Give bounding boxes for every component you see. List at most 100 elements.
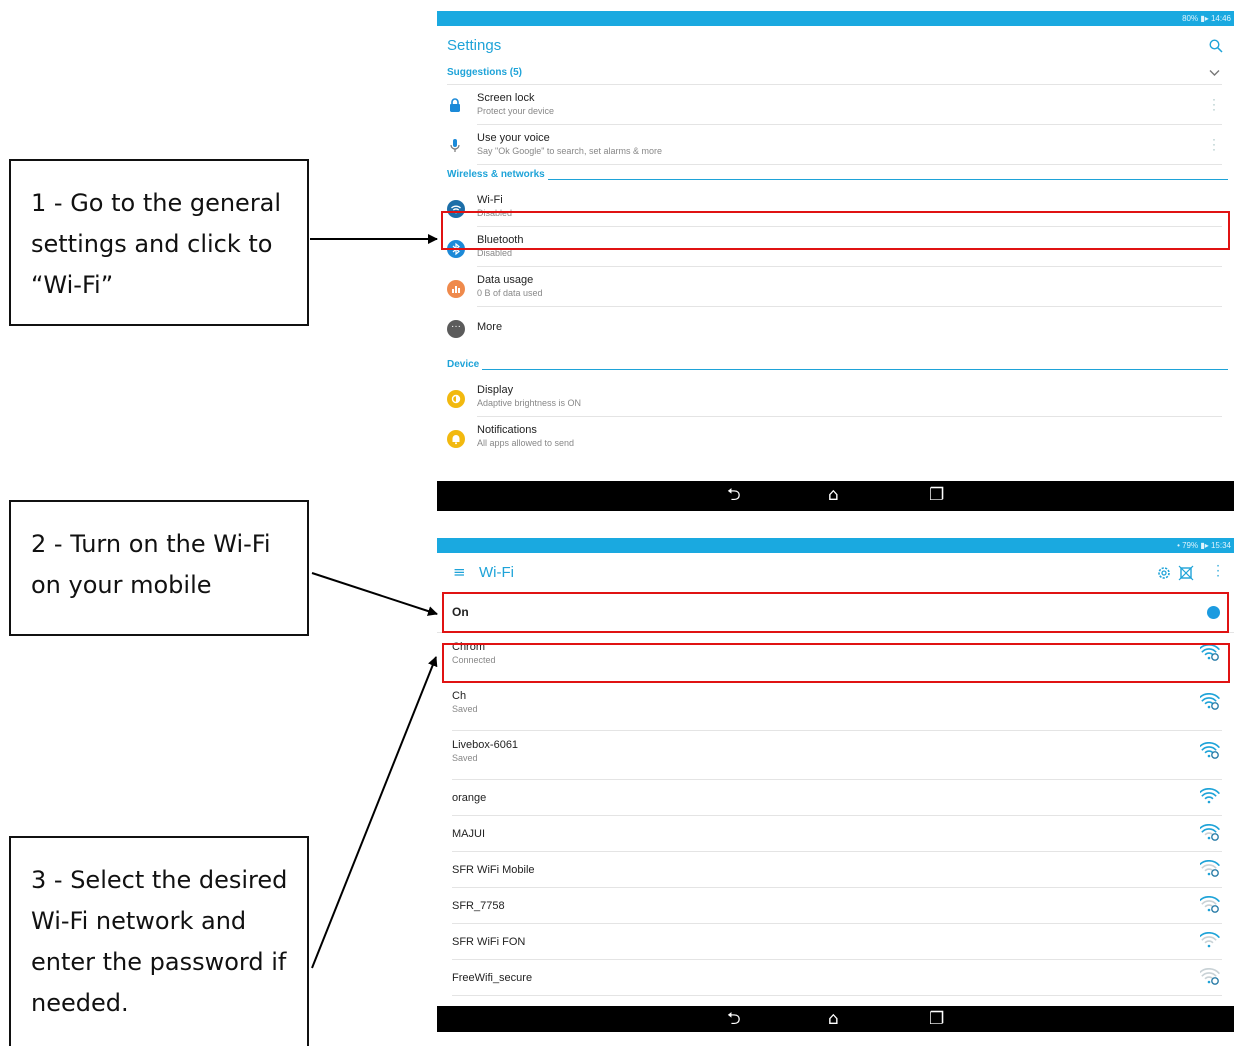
- callout-step-1: 1 - Go to the general settings and click…: [9, 159, 309, 326]
- network-list: Chrom Connected Ch Saved Livebox-6061 Sa…: [437, 633, 1234, 996]
- data-usage-icon: [447, 280, 465, 298]
- status-bar: 80% ▮▸ 14:46: [437, 11, 1234, 26]
- more-icon: ···: [447, 320, 465, 338]
- status-bar: • 79% ▮▸ 15:34: [437, 538, 1234, 553]
- settings-item-wifi[interactable]: Wi-Fi Disabled: [437, 187, 1234, 227]
- home-icon[interactable]: ⌂: [828, 485, 839, 505]
- arrow-step-2: [311, 572, 438, 616]
- wifi-screen: • 79% ▮▸ 15:34 ≡ Wi-Fi · · · On Chrom Conn…: [437, 538, 1234, 1032]
- network-item[interactable]: MAJUI: [437, 816, 1234, 852]
- arrow-step-3: [311, 656, 438, 969]
- network-status: Saved: [452, 753, 478, 763]
- overflow-menu-icon[interactable]: · · ·: [1212, 133, 1216, 155]
- wifi-signal-lock-icon: [1200, 968, 1220, 985]
- home-icon[interactable]: ⌂: [828, 1009, 839, 1029]
- network-item[interactable]: SFR WiFi FON: [437, 924, 1234, 960]
- suggestion-use-voice[interactable]: Use your voice Say "Ok Google" to search…: [437, 125, 1234, 165]
- network-name: orange: [452, 792, 487, 804]
- wifi-signal-lock-icon: [1200, 693, 1220, 710]
- network-item[interactable]: orange: [437, 780, 1234, 816]
- network-status: Saved: [452, 704, 478, 714]
- suggestion-title: Screen lock: [477, 92, 535, 104]
- section-wireless-networks: Wireless & networks: [437, 165, 1234, 187]
- item-subtitle: All apps allowed to send: [477, 438, 575, 448]
- network-item[interactable]: Chrom Connected: [437, 633, 1234, 682]
- network-item[interactable]: FreeWifi_secure: [437, 960, 1234, 996]
- bell-icon: [447, 430, 465, 448]
- item-subtitle: Disabled: [477, 248, 513, 258]
- settings-screen: 80% ▮▸ 14:46 Settings Suggestions (5) Sc…: [437, 11, 1234, 511]
- suggestion-subtitle: Protect your device: [477, 106, 555, 116]
- lock-icon: [450, 98, 460, 112]
- suggestions-label: Suggestions (5): [447, 67, 523, 78]
- gear-icon[interactable]: [1156, 565, 1172, 581]
- item-title: Notifications: [477, 424, 537, 436]
- network-item[interactable]: Ch Saved: [437, 682, 1234, 731]
- wps-icon[interactable]: [1178, 565, 1194, 581]
- suggestion-screen-lock[interactable]: Screen lock Protect your device · · ·: [437, 85, 1234, 125]
- network-name: Livebox-6061: [452, 739, 519, 751]
- callout-step-3: 3 - Select the desired Wi-Fi network and…: [9, 836, 309, 1046]
- network-name: Ch: [452, 690, 467, 702]
- suggestions-header[interactable]: Suggestions (5): [437, 64, 1234, 85]
- bluetooth-icon: [447, 240, 465, 258]
- chevron-down-icon[interactable]: [1209, 69, 1220, 77]
- item-subtitle: Disabled: [477, 208, 513, 218]
- item-title: More: [477, 321, 503, 333]
- overflow-menu-icon[interactable]: · · ·: [1212, 93, 1216, 115]
- android-nav-bar: ⮌ ⌂ ❐: [437, 1006, 1234, 1032]
- toggle-label: On: [452, 605, 469, 619]
- recent-apps-icon[interactable]: ❐: [929, 485, 944, 505]
- network-item[interactable]: SFR_7758: [437, 888, 1234, 924]
- settings-item-more[interactable]: ··· More: [437, 307, 1234, 347]
- network-item[interactable]: Livebox-6061 Saved: [437, 731, 1234, 780]
- wifi-signal-lock-icon: [1200, 860, 1220, 877]
- section-device: Device: [437, 355, 1234, 377]
- network-name: SFR_7758: [452, 900, 505, 912]
- item-title: Data usage: [477, 274, 534, 286]
- suggestion-subtitle: Say "Ok Google" to search, set alarms & …: [477, 146, 662, 156]
- page-title: Settings: [447, 37, 502, 54]
- wifi-signal-lock-icon: [1200, 742, 1220, 759]
- item-title: Bluetooth: [477, 234, 524, 246]
- section-divider: [447, 369, 1228, 370]
- overflow-menu-icon[interactable]: · · ·: [1216, 560, 1220, 582]
- item-subtitle: Adaptive brightness is ON: [477, 398, 582, 408]
- back-icon[interactable]: ⮌: [727, 1009, 741, 1029]
- item-subtitle: 0 B of data used: [477, 288, 543, 298]
- back-icon[interactable]: ⮌: [727, 485, 741, 505]
- settings-item-notifications[interactable]: Notifications All apps allowed to send: [437, 417, 1234, 457]
- network-name: SFR WiFi Mobile: [452, 864, 535, 876]
- network-name: Chrom: [452, 641, 486, 653]
- wifi-signal-lock-icon: [1200, 824, 1220, 841]
- wifi-toggle-row[interactable]: On: [437, 593, 1234, 633]
- status-text: 80% ▮▸ 14:46: [1182, 14, 1231, 23]
- settings-item-data-usage[interactable]: Data usage 0 B of data used: [437, 267, 1234, 307]
- wifi-signal-icon: [1200, 788, 1220, 804]
- section-label: Device: [447, 359, 483, 370]
- network-item[interactable]: SFR WiFi Mobile: [437, 852, 1234, 888]
- wifi-signal-lock-icon: [1200, 644, 1220, 661]
- network-name: MAJUI: [452, 828, 485, 840]
- search-icon[interactable]: [1209, 39, 1223, 53]
- suggestion-title: Use your voice: [477, 132, 550, 144]
- recent-apps-icon[interactable]: ❐: [929, 1009, 944, 1029]
- android-nav-bar: ⮌ ⌂ ❐: [437, 481, 1234, 511]
- item-title: Wi-Fi: [477, 194, 503, 206]
- display-icon: [447, 390, 465, 408]
- network-name: SFR WiFi FON: [452, 936, 526, 948]
- status-text: • 79% ▮▸ 15:34: [1177, 541, 1231, 550]
- divider: [452, 995, 1222, 996]
- wifi-title-bar: ≡ Wi-Fi · · ·: [437, 553, 1234, 593]
- section-divider: [447, 179, 1228, 180]
- settings-item-bluetooth[interactable]: Bluetooth Disabled: [437, 227, 1234, 267]
- microphone-icon: [450, 139, 460, 152]
- hamburger-menu-icon[interactable]: ≡: [453, 563, 466, 581]
- callout-step-2: 2 - Turn on the Wi-Fi on your mobile: [9, 500, 309, 636]
- wifi-signal-lock-icon: [1200, 896, 1220, 913]
- wifi-signal-icon: [1200, 932, 1220, 948]
- wifi-icon: [447, 200, 465, 218]
- wifi-toggle-switch[interactable]: [1207, 606, 1220, 619]
- page-title: Wi-Fi: [479, 564, 514, 581]
- settings-item-display[interactable]: Display Adaptive brightness is ON: [437, 377, 1234, 417]
